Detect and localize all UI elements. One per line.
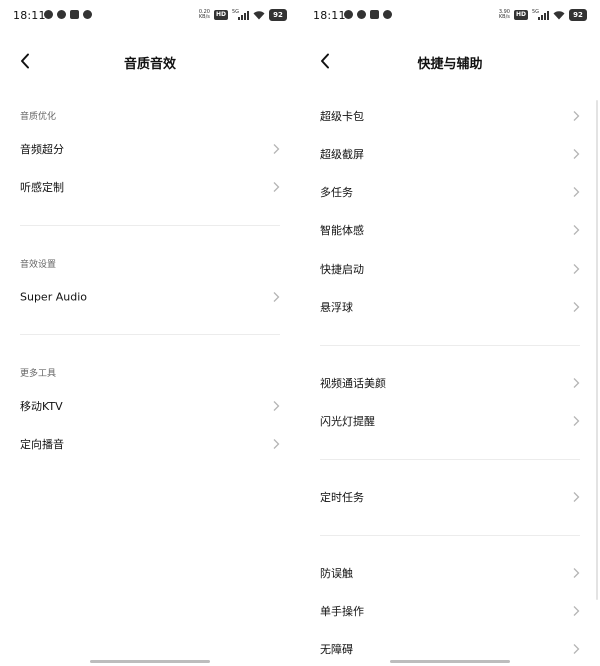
settings-row-flash-alert[interactable]: 闪光灯提醒 <box>300 403 600 439</box>
battery-icon: 92 <box>569 9 587 21</box>
settings-row-anti-mistouch[interactable]: 防误触 <box>300 555 600 591</box>
settings-row-quick-launch[interactable]: 快捷启动 <box>300 251 600 287</box>
net-speed: 0.20 KB/s <box>198 9 210 20</box>
signal-5g-icon: 5G <box>232 9 249 20</box>
hd-badge: HD <box>213 10 228 20</box>
system-icons: 3.90 KB/s HD 5G 92 <box>499 9 587 21</box>
cloud-icon <box>57 10 66 19</box>
settings-row-smart-motion[interactable]: 智能体感 <box>300 212 600 248</box>
settings-row-audio-upscale[interactable]: 音频超分 <box>0 131 300 167</box>
chevron-right-icon <box>573 149 580 159</box>
message-icon <box>70 10 79 19</box>
status-bar: 18:11 3.90 KB/s HD 5G 92 <box>300 0 600 32</box>
section-divider <box>20 225 280 226</box>
page-header: 音质音效 <box>0 44 300 80</box>
section-label-more-tools: 更多工具 <box>20 369 57 379</box>
right-screen: 18:11 3.90 KB/s HD 5G 92 快捷与辅助 超级卡包 超级截屏… <box>300 0 600 666</box>
chevron-right-icon <box>573 302 580 312</box>
status-time: 18:11 <box>13 9 46 22</box>
notification-icons <box>44 10 92 19</box>
settings-row-super-screenshot[interactable]: 超级截屏 <box>300 136 600 172</box>
chevron-right-icon <box>573 492 580 502</box>
signal-5g-icon: 5G <box>532 9 549 20</box>
left-screen: 18:11 0.20 KB/s HD 5G 92 音质音效 音质优化 音频超分 … <box>0 0 300 666</box>
settings-row-multitask[interactable]: 多任务 <box>300 174 600 210</box>
battery-icon: 92 <box>269 9 287 21</box>
settings-row-one-hand-mode[interactable]: 单手操作 <box>300 593 600 629</box>
notification-icons <box>344 10 392 19</box>
settings-row-super-audio[interactable]: Super Audio <box>0 279 300 315</box>
cloud-icon <box>357 10 366 19</box>
app-notification-icon <box>83 10 92 19</box>
section-divider <box>320 345 580 346</box>
wifi-icon <box>253 10 265 19</box>
page-header: 快捷与辅助 <box>300 44 600 80</box>
chevron-right-icon <box>573 378 580 388</box>
system-icons: 0.20 KB/s HD 5G 92 <box>199 9 287 21</box>
chevron-right-icon <box>273 439 280 449</box>
settings-row-listening-custom[interactable]: 听感定制 <box>0 169 300 205</box>
app-notification-icon <box>383 10 392 19</box>
chevron-right-icon <box>573 225 580 235</box>
section-label-sound-effects: 音效设置 <box>20 260 57 270</box>
status-bar: 18:11 0.20 KB/s HD 5G 92 <box>0 0 300 32</box>
home-indicator[interactable] <box>90 660 210 663</box>
chevron-right-icon <box>273 401 280 411</box>
chevron-right-icon <box>573 568 580 578</box>
message-icon <box>370 10 379 19</box>
chevron-right-icon <box>273 144 280 154</box>
section-divider <box>320 535 580 536</box>
chevron-right-icon <box>573 606 580 616</box>
hd-badge: HD <box>513 10 528 20</box>
settings-row-video-call-beauty[interactable]: 视频通话美颜 <box>300 365 600 401</box>
section-divider <box>320 459 580 460</box>
settings-row-scheduled-tasks[interactable]: 定时任务 <box>300 479 600 515</box>
page-title: 快捷与辅助 <box>417 57 483 72</box>
page-title: 音质音效 <box>123 57 176 72</box>
net-speed: 3.90 KB/s <box>498 9 510 20</box>
status-time: 18:11 <box>313 9 346 22</box>
chevron-right-icon <box>273 292 280 302</box>
section-label-audio-quality: 音质优化 <box>20 112 57 122</box>
settings-row-directional-audio[interactable]: 定向播音 <box>0 426 300 462</box>
settings-row-mobile-ktv[interactable]: 移动KTV <box>0 388 300 424</box>
notification-icon <box>344 10 353 19</box>
wifi-icon <box>553 10 565 19</box>
home-indicator[interactable] <box>390 660 510 663</box>
chevron-right-icon <box>573 187 580 197</box>
section-divider <box>20 334 280 335</box>
chevron-right-icon <box>573 644 580 654</box>
chevron-right-icon <box>273 182 280 192</box>
settings-row-floating-ball[interactable]: 悬浮球 <box>300 289 600 325</box>
chevron-right-icon <box>573 416 580 426</box>
chevron-right-icon <box>573 264 580 274</box>
settings-row-super-card[interactable]: 超级卡包 <box>300 98 600 134</box>
chevron-right-icon <box>573 111 580 121</box>
notification-icon <box>44 10 53 19</box>
